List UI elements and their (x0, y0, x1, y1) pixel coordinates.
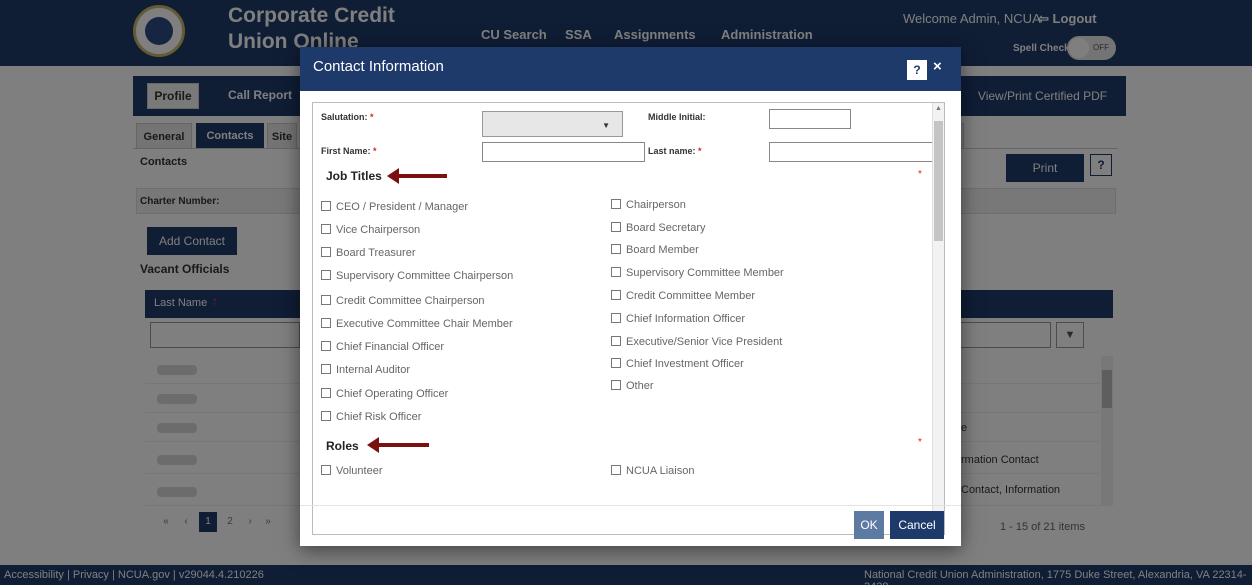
checkbox-box[interactable] (321, 341, 331, 351)
checkbox-label: Executive/Senior Vice President (626, 336, 783, 348)
checkbox-label: Chief Investment Officer (626, 358, 744, 370)
checkbox-coo[interactable]: Chief Operating Officer (321, 388, 448, 400)
required-mark: * (698, 146, 702, 156)
checkbox-investment-officer[interactable]: Chief Investment Officer (611, 358, 744, 370)
checkbox-label: CEO / President / Manager (336, 201, 469, 213)
checkbox-label: Executive Committee Chair Member (336, 318, 513, 330)
contact-information-dialog: Contact Information ? × Salutation: * ▼ … (300, 47, 961, 546)
checkbox-label: Credit Committee Member (626, 290, 755, 302)
required-mark: * (918, 169, 922, 180)
checkbox-label: Chief Operating Officer (336, 388, 449, 400)
salutation-select[interactable]: ▼ (482, 111, 623, 137)
dialog-scrollbar-thumb[interactable] (934, 121, 943, 241)
checkbox-internal-auditor[interactable]: Internal Auditor (321, 364, 410, 376)
salutation-label-text: Salutation: (321, 112, 368, 122)
arrow-annotation (387, 168, 447, 184)
checkbox-board-member[interactable]: Board Member (611, 244, 699, 256)
checkbox-other[interactable]: Other (611, 380, 654, 392)
scroll-up-icon[interactable]: ▲ (935, 105, 942, 112)
checkbox-label: Board Secretary (626, 222, 706, 234)
salutation-label: Salutation: * (321, 112, 374, 122)
checkbox-box[interactable] (321, 270, 331, 280)
first-name-field[interactable] (482, 142, 645, 162)
checkbox-box[interactable] (611, 358, 621, 368)
chevron-down-icon: ▼ (602, 121, 610, 130)
arrow-annotation (367, 437, 429, 453)
checkbox-cfo[interactable]: Chief Financial Officer (321, 341, 444, 353)
last-name-label: Last name: * (648, 146, 702, 156)
close-icon[interactable]: × (933, 58, 942, 75)
required-mark: * (373, 146, 377, 156)
checkbox-ncua-liaison[interactable]: NCUA Liaison (611, 465, 694, 477)
last-name-label-text: Last name: (648, 146, 696, 156)
checkbox-box[interactable] (321, 318, 331, 328)
first-name-label-text: First Name: (321, 146, 371, 156)
dialog-header: Contact Information ? × (300, 47, 961, 91)
checkbox-box[interactable] (321, 364, 331, 374)
checkbox-box[interactable] (321, 411, 331, 421)
checkbox-box[interactable] (611, 267, 621, 277)
checkbox-label: Chief Risk Officer (336, 411, 422, 423)
checkbox-box[interactable] (321, 388, 331, 398)
checkbox-cio[interactable]: Chief Information Officer (611, 313, 745, 325)
checkbox-box[interactable] (611, 199, 621, 209)
checkbox-evp[interactable]: Executive/Senior Vice President (611, 336, 782, 348)
checkbox-label: Board Treasurer (336, 247, 416, 259)
checkbox-label: Internal Auditor (336, 364, 410, 376)
checkbox-cro[interactable]: Chief Risk Officer (321, 411, 421, 423)
middle-initial-field[interactable] (769, 109, 851, 129)
checkbox-label: Credit Committee Chairperson (336, 295, 485, 307)
checkbox-board-treasurer[interactable]: Board Treasurer (321, 247, 415, 259)
dialog-body: Salutation: * ▼ Middle Initial: First Na… (312, 102, 945, 535)
checkbox-box[interactable] (321, 247, 331, 257)
roles-heading: Roles (326, 439, 359, 453)
checkbox-credit-member[interactable]: Credit Committee Member (611, 290, 755, 302)
required-mark: * (918, 437, 922, 448)
cancel-button[interactable]: Cancel (890, 511, 944, 539)
checkbox-label: Supervisory Committee Chairperson (336, 270, 514, 282)
required-mark: * (370, 112, 374, 122)
checkbox-box[interactable] (611, 290, 621, 300)
checkbox-box[interactable] (321, 295, 331, 305)
contact-form: Salutation: * ▼ Middle Initial: First Na… (313, 103, 933, 534)
checkbox-chairperson[interactable]: Chairperson (611, 199, 686, 211)
checkbox-box[interactable] (321, 201, 331, 211)
checkbox-box[interactable] (321, 224, 331, 234)
checkbox-box[interactable] (611, 465, 621, 475)
checkbox-ceo[interactable]: CEO / President / Manager (321, 201, 468, 213)
checkbox-box[interactable] (611, 244, 621, 254)
checkbox-label: Board Member (626, 244, 699, 256)
first-name-label: First Name: * (321, 146, 377, 156)
checkbox-label: Supervisory Committee Member (626, 267, 784, 279)
ok-button[interactable]: OK (854, 511, 884, 539)
checkbox-volunteer[interactable]: Volunteer (321, 465, 382, 477)
job-titles-heading: Job Titles (326, 169, 382, 183)
checkbox-label: NCUA Liaison (626, 465, 695, 477)
middle-initial-label: Middle Initial: (648, 112, 706, 122)
checkbox-box[interactable] (611, 222, 621, 232)
dialog-footer-divider (300, 505, 961, 506)
checkbox-label: Other (626, 380, 654, 392)
checkbox-box[interactable] (611, 313, 621, 323)
checkbox-label: Chief Financial Officer (336, 341, 445, 353)
checkbox-credit-chair[interactable]: Credit Committee Chairperson (321, 295, 485, 307)
checkbox-supervisory-chair[interactable]: Supervisory Committee Chairperson (321, 270, 513, 282)
checkbox-label: Chairperson (626, 199, 686, 211)
checkbox-label: Volunteer (336, 465, 383, 477)
checkbox-box[interactable] (611, 380, 621, 390)
checkbox-executive-chair[interactable]: Executive Committee Chair Member (321, 318, 513, 330)
last-name-field[interactable] (769, 142, 933, 162)
checkbox-box[interactable] (611, 336, 621, 346)
checkbox-box[interactable] (321, 465, 331, 475)
checkbox-label: Chief Information Officer (626, 313, 746, 325)
dialog-title: Contact Information (313, 58, 444, 75)
checkbox-label: Vice Chairperson (336, 224, 421, 236)
checkbox-supervisory-member[interactable]: Supervisory Committee Member (611, 267, 784, 279)
checkbox-board-secretary[interactable]: Board Secretary (611, 222, 705, 234)
dialog-help-button[interactable]: ? (907, 60, 927, 80)
checkbox-vice-chairperson[interactable]: Vice Chairperson (321, 224, 420, 236)
